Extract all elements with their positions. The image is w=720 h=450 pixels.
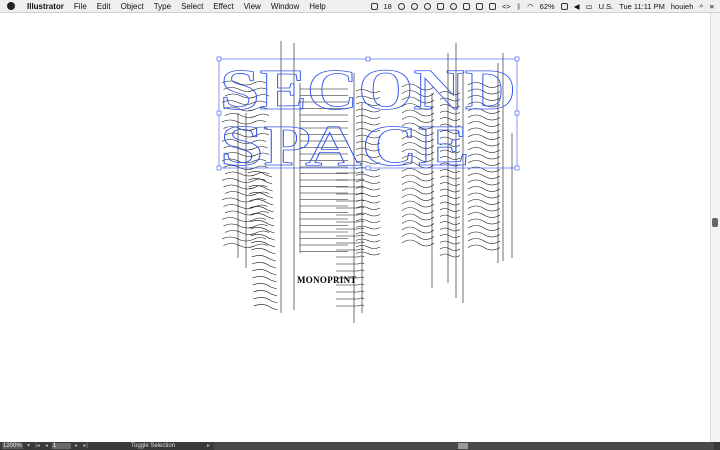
message-icon[interactable] [462,2,470,10]
vertical-scrollbar[interactable] [710,13,720,442]
app-menu[interactable]: Illustrator [27,2,64,11]
wifi-icon[interactable]: ◠ [527,2,534,11]
bluetooth-icon[interactable]: ᛒ [517,2,522,11]
artboard-canvas[interactable]: SECOND SPACE MONOPRINT [0,13,711,442]
apple-icon[interactable] [7,2,15,10]
status-area: 18 <> ᛒ ◠ 62% ◀ ▭ U.S. Tue 11:11 PM houi… [370,0,714,12]
horizontal-scroll-thumb[interactable] [458,443,468,449]
artboard-number-field[interactable]: 1 [52,443,71,449]
horizontal-scrollbar[interactable] [214,442,714,450]
skype-icon[interactable] [397,2,405,10]
menu-effect[interactable]: Effect [213,2,233,11]
last-artboard-icon[interactable]: ▸| [82,443,89,449]
input-source[interactable]: U.S. [599,2,614,11]
title-line-2[interactable]: SPACE [220,113,471,179]
menu-object[interactable]: Object [121,2,144,11]
menu-help[interactable]: Help [309,2,325,11]
flag-icon[interactable]: ▭ [585,2,592,11]
next-artboard-icon[interactable]: ▸ [73,443,80,449]
vertical-scroll-thumb[interactable] [712,218,718,227]
creative-cloud-icon[interactable] [370,2,378,10]
battery-icon[interactable] [560,2,568,10]
first-artboard-icon[interactable]: |◂ [34,443,41,449]
notification-bell-icon[interactable] [436,2,444,10]
volume-icon[interactable]: ◀ [574,2,580,11]
spotlight-icon[interactable]: ⌕ [699,1,703,11]
menu-edit[interactable]: Edit [97,2,111,11]
zoom-field[interactable]: 1200% [2,443,23,449]
prev-artboard-icon[interactable]: ◂ [43,443,50,449]
clock[interactable]: Tue 11:11 PM [619,2,665,11]
menu-select[interactable]: Select [181,2,203,11]
status-menu-icon[interactable]: ▸ [205,443,212,449]
status-text[interactable]: Toggle Selection [131,443,203,449]
notification-center-icon[interactable]: ≡ [710,2,714,11]
menu-bar: Illustrator File Edit Object Type Select… [0,0,720,13]
monoprint-caption[interactable]: MONOPRINT [297,275,357,285]
battery-percent[interactable]: 62% [540,2,555,11]
zoom-dropdown-icon[interactable]: ▾ [25,443,32,449]
user-name[interactable]: houieh [671,2,694,11]
camera-icon[interactable] [475,2,483,10]
dropbox-icon[interactable] [410,2,418,10]
growl-icon[interactable] [449,2,457,10]
menu-window[interactable]: Window [271,2,299,11]
artwork[interactable]: SECOND SPACE [0,13,711,442]
menu-view[interactable]: View [244,2,261,11]
code-icon[interactable]: <> [502,2,511,11]
menu-type[interactable]: Type [154,2,171,11]
screen-icon[interactable] [488,2,496,10]
sync-icon[interactable] [423,2,431,10]
menu-file[interactable]: File [74,2,87,11]
badge-count[interactable]: 18 [384,2,392,11]
